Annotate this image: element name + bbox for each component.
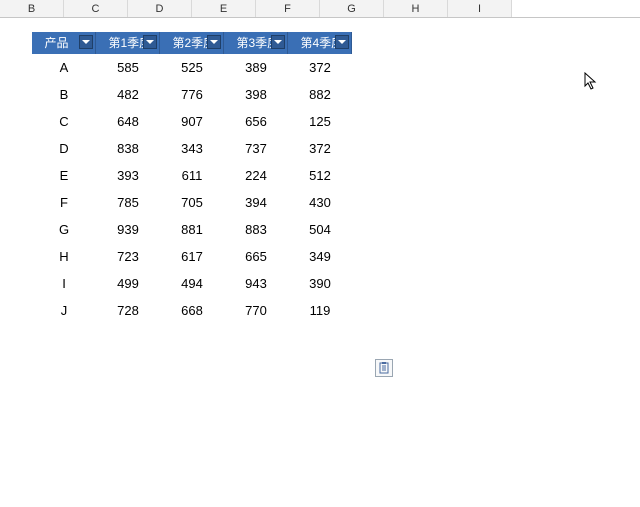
- spreadsheet-grid[interactable]: 产品 第1季度 第2季度 第3季度 第4季度: [0, 32, 640, 324]
- cell-q1[interactable]: 728: [96, 297, 160, 324]
- cell-q1[interactable]: 482: [96, 81, 160, 108]
- chevron-down-icon: [338, 38, 346, 46]
- col-B[interactable]: B: [0, 0, 64, 17]
- cell-q3[interactable]: 665: [224, 243, 288, 270]
- cell-product[interactable]: B: [32, 81, 96, 108]
- cell-q3[interactable]: 883: [224, 216, 288, 243]
- chevron-down-icon: [82, 38, 90, 46]
- cell-q3[interactable]: 656: [224, 108, 288, 135]
- filter-button[interactable]: [143, 35, 157, 49]
- cell-q2[interactable]: 705: [160, 189, 224, 216]
- cell-product[interactable]: D: [32, 135, 96, 162]
- filter-button[interactable]: [207, 35, 221, 49]
- cell-q4[interactable]: 430: [288, 189, 352, 216]
- cell-q4[interactable]: 512: [288, 162, 352, 189]
- cell-q3[interactable]: 389: [224, 54, 288, 81]
- column-headers: A B C D E F G H I: [0, 0, 640, 18]
- cell-q1[interactable]: 648: [96, 108, 160, 135]
- chevron-down-icon: [274, 38, 282, 46]
- col-H[interactable]: H: [384, 0, 448, 17]
- cell-product[interactable]: A: [32, 54, 96, 81]
- table-row: H 723 617 665 349: [32, 243, 640, 270]
- table-row: I 499 494 943 390: [32, 270, 640, 297]
- cell-q4[interactable]: 882: [288, 81, 352, 108]
- col-F[interactable]: F: [256, 0, 320, 17]
- cell-q4[interactable]: 372: [288, 135, 352, 162]
- cell-q4[interactable]: 125: [288, 108, 352, 135]
- cell-q4[interactable]: 372: [288, 54, 352, 81]
- chevron-down-icon: [210, 38, 218, 46]
- cell-product[interactable]: H: [32, 243, 96, 270]
- filter-button[interactable]: [79, 35, 93, 49]
- cell-q2[interactable]: 776: [160, 81, 224, 108]
- cell-q3[interactable]: 943: [224, 270, 288, 297]
- cell-q2[interactable]: 494: [160, 270, 224, 297]
- table-body: A 585 525 389 372 B 482 776 398 882 C 64…: [32, 54, 640, 324]
- table-row: D 838 343 737 372: [32, 135, 640, 162]
- cell-q1[interactable]: 499: [96, 270, 160, 297]
- cell-product[interactable]: E: [32, 162, 96, 189]
- header-q1[interactable]: 第1季度: [96, 32, 160, 54]
- col-I[interactable]: I: [448, 0, 512, 17]
- filter-button[interactable]: [335, 35, 349, 49]
- smart-tag-button[interactable]: [375, 359, 393, 377]
- cell-q1[interactable]: 838: [96, 135, 160, 162]
- cell-q4[interactable]: 504: [288, 216, 352, 243]
- header-q4[interactable]: 第4季度: [288, 32, 352, 54]
- cell-product[interactable]: G: [32, 216, 96, 243]
- cell-q1[interactable]: 393: [96, 162, 160, 189]
- table-row: A 585 525 389 372: [32, 54, 640, 81]
- cell-product[interactable]: F: [32, 189, 96, 216]
- col-D[interactable]: D: [128, 0, 192, 17]
- chevron-down-icon: [146, 38, 154, 46]
- cell-q3[interactable]: 737: [224, 135, 288, 162]
- cell-q2[interactable]: 343: [160, 135, 224, 162]
- cell-q2[interactable]: 525: [160, 54, 224, 81]
- cell-q2[interactable]: 881: [160, 216, 224, 243]
- clipboard-icon: [378, 362, 390, 374]
- cell-product[interactable]: I: [32, 270, 96, 297]
- table-row: J 728 668 770 119: [32, 297, 640, 324]
- table-row: E 393 611 224 512: [32, 162, 640, 189]
- cell-q1[interactable]: 785: [96, 189, 160, 216]
- cell-q2[interactable]: 907: [160, 108, 224, 135]
- cell-q1[interactable]: 939: [96, 216, 160, 243]
- cell-product[interactable]: C: [32, 108, 96, 135]
- cell-q1[interactable]: 585: [96, 54, 160, 81]
- cell-q2[interactable]: 617: [160, 243, 224, 270]
- header-product[interactable]: 产品: [32, 32, 96, 54]
- header-q3[interactable]: 第3季度: [224, 32, 288, 54]
- cell-q3[interactable]: 770: [224, 297, 288, 324]
- cell-q3[interactable]: 224: [224, 162, 288, 189]
- cell-q1[interactable]: 723: [96, 243, 160, 270]
- header-q2[interactable]: 第2季度: [160, 32, 224, 54]
- cell-q4[interactable]: 390: [288, 270, 352, 297]
- cell-q4[interactable]: 349: [288, 243, 352, 270]
- cell-product[interactable]: J: [32, 297, 96, 324]
- cell-q4[interactable]: 119: [288, 297, 352, 324]
- cell-q2[interactable]: 668: [160, 297, 224, 324]
- cell-q3[interactable]: 398: [224, 81, 288, 108]
- table-row: G 939 881 883 504: [32, 216, 640, 243]
- table-row: C 648 907 656 125: [32, 108, 640, 135]
- col-C[interactable]: C: [64, 0, 128, 17]
- filter-button[interactable]: [271, 35, 285, 49]
- table-header-row: 产品 第1季度 第2季度 第3季度 第4季度: [32, 32, 640, 54]
- table-row: F 785 705 394 430: [32, 189, 640, 216]
- col-G[interactable]: G: [320, 0, 384, 17]
- cell-q3[interactable]: 394: [224, 189, 288, 216]
- cell-q2[interactable]: 611: [160, 162, 224, 189]
- table-row: B 482 776 398 882: [32, 81, 640, 108]
- col-E[interactable]: E: [192, 0, 256, 17]
